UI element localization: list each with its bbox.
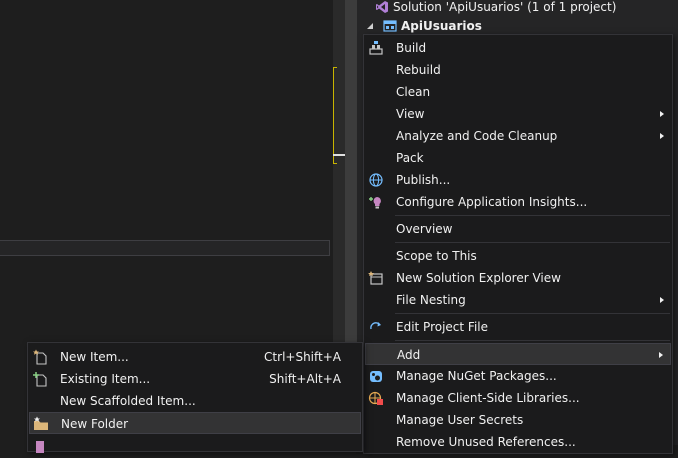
new-item-icon xyxy=(32,349,48,365)
submenu-item-label: New Folder xyxy=(61,417,129,431)
menu-item-configure-app-insights[interactable]: Configure Application Insights... xyxy=(365,191,671,213)
menu-item-label: Manage NuGet Packages... xyxy=(396,369,557,383)
menu-item-manage-nuget[interactable]: Manage NuGet Packages... xyxy=(365,365,671,387)
visual-studio-solution-icon xyxy=(375,0,389,14)
menu-item-label: New Solution Explorer View xyxy=(396,271,561,285)
project-context-menu: Build Rebuild Clean View Analyze and Cod… xyxy=(363,34,673,454)
menu-item-label: Configure Application Insights... xyxy=(396,195,588,209)
menu-item-label: Rebuild xyxy=(396,63,441,77)
menu-item-label: Publish... xyxy=(396,173,451,187)
shortcut-label: Ctrl+Shift+A xyxy=(264,350,341,364)
globe-icon xyxy=(368,172,384,188)
menu-item-label: Scope to This xyxy=(396,249,477,263)
editor-current-line xyxy=(0,240,330,256)
submenu-item-new-item[interactable]: New Item... Ctrl+Shift+A xyxy=(29,346,361,368)
menu-separator xyxy=(395,313,670,314)
refresh-arrow-icon xyxy=(368,319,384,335)
project-node[interactable]: ApiUsuarios xyxy=(365,17,482,35)
menu-item-remove-unused-references[interactable]: Remove Unused References... xyxy=(365,431,671,453)
folder-icon xyxy=(33,416,49,432)
menu-item-label: Pack xyxy=(396,151,424,165)
submenu-item-label: Existing Item... xyxy=(60,372,151,386)
menu-item-add[interactable]: Add xyxy=(365,343,671,365)
submenu-arrow-icon xyxy=(660,297,664,303)
menu-item-label: Analyze and Code Cleanup xyxy=(396,129,558,143)
menu-item-pack[interactable]: Pack xyxy=(365,147,671,169)
menu-item-label: Overview xyxy=(396,222,453,236)
menu-item-label: Manage User Secrets xyxy=(396,413,524,427)
menu-item-label: Manage Client-Side Libraries... xyxy=(396,391,580,405)
csharp-project-icon xyxy=(383,19,397,33)
submenu-arrow-icon xyxy=(660,111,664,117)
submenu-item-existing-item[interactable]: Existing Item... Shift+Alt+A xyxy=(29,368,361,390)
lightbulb-plus-icon xyxy=(368,194,384,210)
menu-item-label: Build xyxy=(396,41,427,55)
menu-item-label: View xyxy=(396,107,425,121)
menu-item-edit-project-file[interactable]: Edit Project File xyxy=(365,316,671,338)
menu-item-label: Edit Project File xyxy=(396,320,489,334)
menu-item-label: Add xyxy=(397,348,421,362)
menu-item-publish[interactable]: Publish... xyxy=(365,169,671,191)
menu-item-manage-client-side-libraries[interactable]: Manage Client-Side Libraries... xyxy=(365,387,671,409)
existing-item-icon xyxy=(32,371,48,387)
submenu-item-partial xyxy=(29,436,361,458)
menu-item-clean[interactable]: Clean xyxy=(365,81,671,103)
menu-item-analyze-code-cleanup[interactable]: Analyze and Code Cleanup xyxy=(365,125,671,147)
submenu-item-label: New Scaffolded Item... xyxy=(60,394,196,408)
solution-label: Solution 'ApiUsuarios' (1 of 1 project) xyxy=(393,0,617,14)
solution-node[interactable]: Solution 'ApiUsuarios' (1 of 1 project) xyxy=(375,0,616,16)
submenu-arrow-icon xyxy=(659,352,663,358)
submenu-item-label: New Item... xyxy=(60,350,129,364)
menu-item-manage-user-secrets[interactable]: Manage User Secrets xyxy=(365,409,671,431)
menu-separator xyxy=(395,340,670,341)
menu-item-file-nesting[interactable]: File Nesting xyxy=(365,289,671,311)
menu-item-label: File Nesting xyxy=(396,293,466,307)
menu-separator xyxy=(395,242,670,243)
expanded-triangle-icon[interactable] xyxy=(365,19,375,33)
nuget-icon xyxy=(368,368,384,384)
scrollbar-thumb[interactable] xyxy=(333,67,337,164)
submenu-arrow-icon xyxy=(660,133,664,139)
menu-item-label: Remove Unused References... xyxy=(396,435,576,449)
menu-separator xyxy=(395,215,670,216)
menu-item-scope-to-this[interactable]: Scope to This xyxy=(365,245,671,267)
menu-item-build[interactable]: Build xyxy=(365,37,671,59)
menu-item-view[interactable]: View xyxy=(365,103,671,125)
menu-item-new-solution-explorer-view[interactable]: New Solution Explorer View xyxy=(365,267,671,289)
shortcut-label: Shift+Alt+A xyxy=(269,372,341,386)
project-label: ApiUsuarios xyxy=(401,19,482,33)
menu-item-label: Clean xyxy=(396,85,431,99)
libman-icon xyxy=(368,390,384,406)
partial-item-icon xyxy=(32,439,48,455)
submenu-item-new-folder[interactable]: New Folder xyxy=(29,412,361,434)
menu-item-rebuild[interactable]: Rebuild xyxy=(365,59,671,81)
submenu-item-new-scaffolded-item[interactable]: New Scaffolded Item... xyxy=(29,390,361,412)
build-icon xyxy=(368,40,384,56)
new-view-icon xyxy=(368,270,384,286)
menu-item-overview[interactable]: Overview xyxy=(365,218,671,240)
add-submenu: New Item... Ctrl+Shift+A Existing Item..… xyxy=(27,342,363,453)
